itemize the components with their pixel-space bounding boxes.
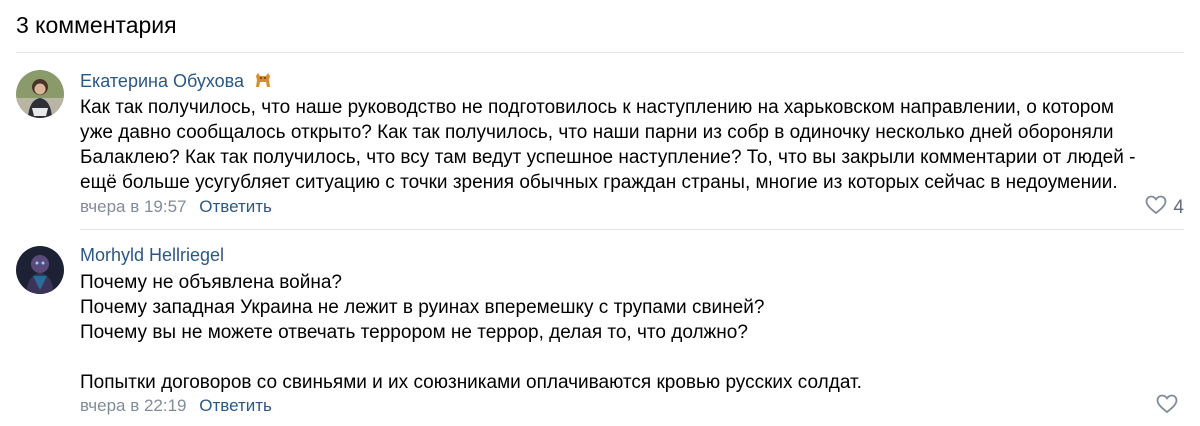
comment-text: Почему не объявлена война? Почему западн… xyxy=(80,270,1180,395)
like-button[interactable] xyxy=(1156,394,1184,420)
divider xyxy=(80,229,1184,230)
comment-author[interactable]: Екатерина Обухова xyxy=(80,70,273,95)
dog-icon xyxy=(253,70,273,95)
comment-text-line: Балаклею? Как так получилось, что всу та… xyxy=(80,147,1136,168)
comment-meta: вчера в 22:19 Ответить xyxy=(80,396,272,416)
comment-text-line: Попытки договоров со свиньями и их союзн… xyxy=(80,372,862,393)
reply-button[interactable]: Ответить xyxy=(199,396,272,415)
comment-text-line: Почему не объявлена война? xyxy=(80,272,342,293)
comment-author[interactable]: Morhyld Hellriegel xyxy=(80,245,224,266)
heart-icon xyxy=(1145,195,1167,221)
comment-text-line: уже давно сообщалось открыто? Как так по… xyxy=(80,122,1114,143)
divider xyxy=(16,52,1184,53)
like-count: 4 xyxy=(1173,197,1184,218)
comment-timestamp[interactable]: вчера в 19:57 xyxy=(80,197,187,216)
reply-button[interactable]: Ответить xyxy=(199,197,272,216)
comment-text-line: Почему западная Украина не лежит в руина… xyxy=(80,297,765,318)
comments-count-title: 3 комментария xyxy=(16,12,177,38)
comment-author-name[interactable]: Morhyld Hellriegel xyxy=(80,245,224,265)
comment-meta: вчера в 19:57 Ответить xyxy=(80,197,272,217)
like-button[interactable]: 4 xyxy=(1145,195,1184,221)
heart-icon xyxy=(1156,394,1178,420)
comment-text-line xyxy=(80,345,1180,370)
avatar[interactable] xyxy=(16,246,64,294)
comment-text: Как так получилось, что наше руководство… xyxy=(80,95,1180,195)
comment-text-line: Почему вы не можете отвечать террором не… xyxy=(80,322,748,343)
comment-text-line: Как так получилось, что наше руководство… xyxy=(80,97,1114,118)
comment-author-name[interactable]: Екатерина Обухова xyxy=(80,71,244,91)
avatar[interactable] xyxy=(16,70,64,118)
comment-text-line: ещё больше усугубляет ситуацию с точки з… xyxy=(80,172,1118,193)
comment-timestamp[interactable]: вчера в 22:19 xyxy=(80,396,187,415)
